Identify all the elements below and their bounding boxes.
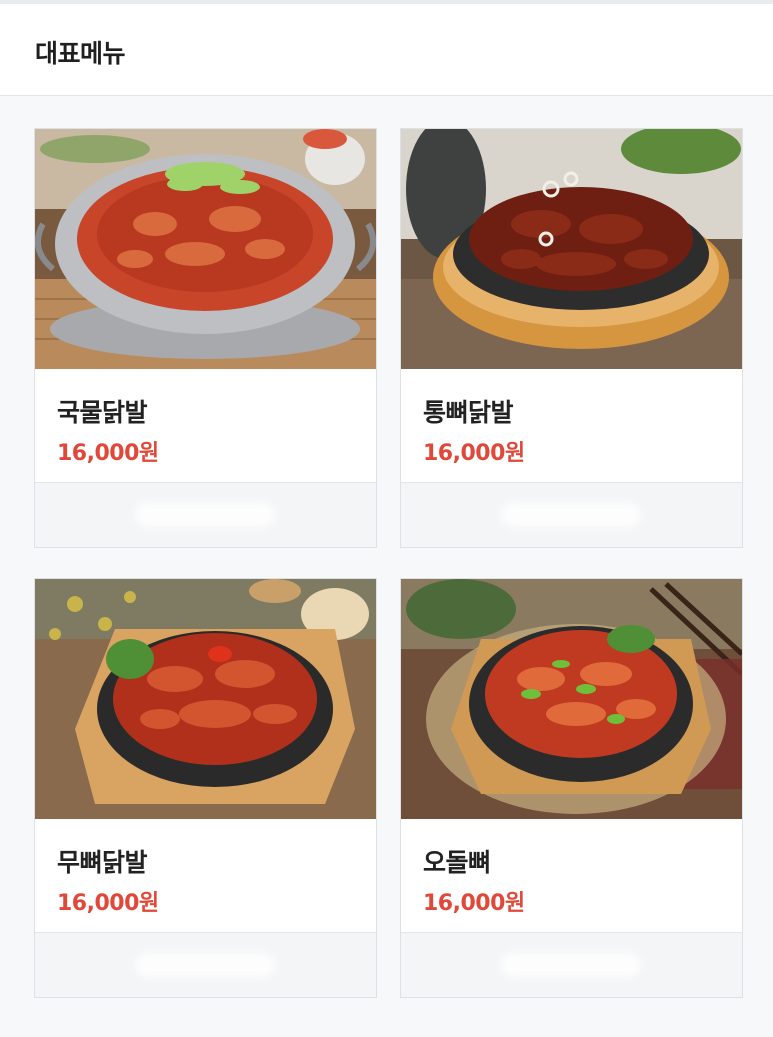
menu-info-1: 국물닭발 16,000원 [35,369,376,483]
menu-price: 16,000원 [57,441,159,466]
menu-price: 16,000원 [57,891,159,916]
menu-photo-1[interactable] [35,129,376,369]
menu-photo-3[interactable] [35,579,376,819]
menu-info-4: 오돌뼈 16,000원 [401,819,742,933]
section-title: 대표메뉴 [35,39,126,68]
menu-card-3[interactable]: 무뼈닭발 16,000원 [34,578,377,998]
menu-info-3: 무뼈닭발 16,000원 [35,819,376,933]
menu-card-4[interactable]: 오돌뼈 16,000원 [400,578,743,998]
menu-footer-4 [401,933,742,997]
menu-card-2[interactable]: 통뼈닭발 16,000원 [400,128,743,548]
menu-info-2: 통뼈닭발 16,000원 [401,369,742,483]
menu-price: 16,000원 [423,891,525,916]
menu-name: 통뼈닭발 [423,398,514,427]
menu-footer-2 [401,483,742,547]
menu-footer-3 [35,933,376,997]
menu-footer-1 [35,483,376,547]
menu-name: 오돌뼈 [423,848,491,877]
blurred-text [135,503,275,527]
menu-card-1[interactable]: 국물닭발 16,000원 [34,128,377,548]
menu-name: 무뼈닭발 [57,848,148,877]
menu-photo-4[interactable] [401,579,742,819]
menu-name: 국물닭발 [57,398,148,427]
menu-photo-2[interactable] [401,129,742,369]
blurred-text [501,953,641,977]
menu-grid: 국물닭발 16,000원 통뼈닭발 16,000원 무뼈닭발 16,000원 오… [0,96,773,1037]
menu-price: 16,000원 [423,441,525,466]
section-header: 대표메뉴 [0,4,773,96]
blurred-text [501,503,641,527]
blurred-text [135,953,275,977]
